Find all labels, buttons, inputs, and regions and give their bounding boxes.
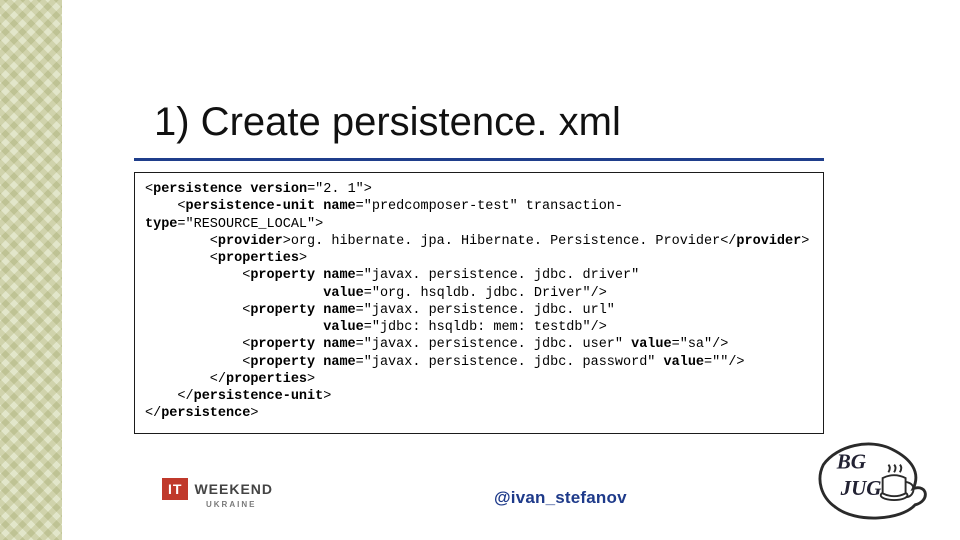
title-underline — [134, 158, 824, 161]
bgjug-svg: BG JUG — [816, 436, 934, 522]
bgjug-text-top: BG — [836, 449, 866, 473]
slide-title: 1) Create persistence. xml — [154, 100, 621, 145]
side-texture — [0, 0, 62, 540]
code-content: <persistence version="2. 1"> <persistenc… — [145, 181, 813, 423]
bgjug-text-bottom: JUG — [840, 476, 882, 500]
code-box: <persistence version="2. 1"> <persistenc… — [134, 172, 824, 434]
speaker-handle: @ivan_stefanov — [494, 488, 627, 508]
weekend-word: WEEKEND — [194, 481, 273, 497]
itweekend-logo: IT WEEKEND — [162, 478, 273, 500]
it-badge: IT — [162, 478, 188, 500]
bgjug-logo: BG JUG — [816, 436, 934, 522]
slide: 1) Create persistence. xml <persistence … — [0, 0, 960, 540]
itweekend-sub: UKRAINE — [206, 500, 256, 509]
